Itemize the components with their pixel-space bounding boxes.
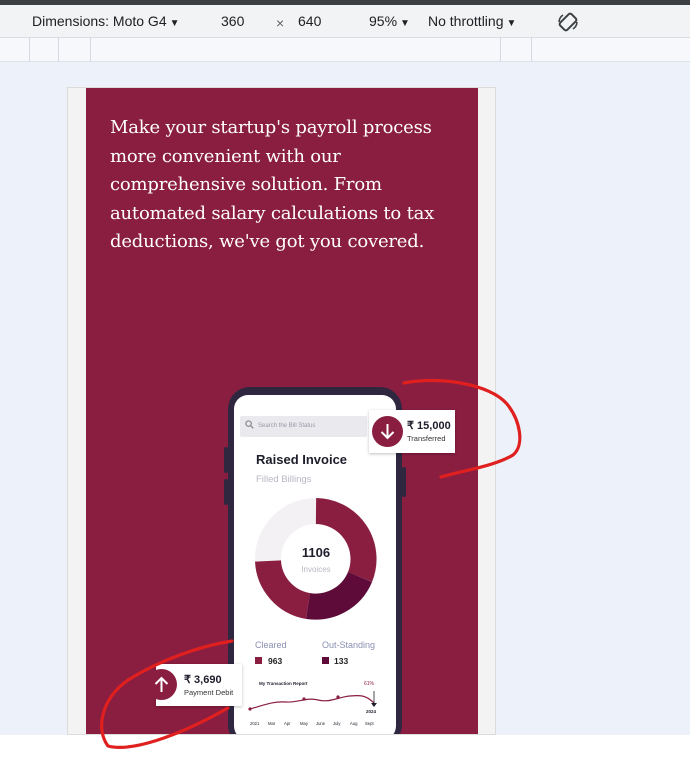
rotate-button[interactable] [556, 10, 580, 37]
throttling-label: No throttling [428, 13, 504, 29]
cleared-swatch [255, 657, 262, 664]
arrow-down-icon [380, 424, 395, 440]
throttling-dropdown[interactable]: No throttling ▼ [428, 13, 516, 29]
search-placeholder: Search the Bill Status [258, 423, 316, 429]
device-frame: Make your startup's payroll process more… [67, 87, 496, 735]
dimensions-dropdown[interactable]: Dimensions: Moto G4 ▼ [32, 13, 180, 29]
times-sign: × [276, 15, 285, 31]
media-query-ruler[interactable] [0, 38, 690, 62]
donut-segment-outstanding [305, 571, 373, 620]
invoice-subtitle: Filled Billings [256, 474, 312, 485]
report-percent: 61% [364, 681, 375, 687]
width-input[interactable]: 360 [221, 13, 244, 29]
device-toolbar: Dimensions: Moto G4 ▼ 360 × 640 95% ▼ No t… [0, 0, 690, 38]
phone-side-button [402, 467, 406, 497]
report-point [336, 695, 340, 699]
hero-text: Make your startup's payroll process more… [110, 117, 435, 252]
cleared-count: 963 [268, 656, 283, 666]
transferred-amount: ₹ 15,000 [407, 420, 451, 432]
zoom-dropdown[interactable]: 95% ▼ [369, 13, 410, 29]
search-icon [245, 420, 254, 429]
report-x-label: Mar [268, 721, 276, 726]
report-x-label: Aug [350, 721, 358, 726]
cleared-label: Cleared [255, 640, 287, 650]
chevron-down-icon: ▼ [400, 18, 410, 29]
report-x-label: Sept [365, 721, 374, 726]
zoom-label: 95% [369, 13, 398, 29]
payment-debit-card: ₹ 3,690 Payment Debit [146, 664, 242, 706]
outstanding-label: Out-Standing [322, 640, 376, 650]
phone-side-button [224, 479, 228, 505]
report-year-badge: 2024 [366, 709, 377, 714]
debit-label: Payment Debit [184, 688, 234, 697]
report-point [302, 697, 306, 701]
report-title: My Transaction Report [259, 681, 308, 686]
phone-side-button [224, 447, 228, 473]
chevron-down-icon: ▼ [169, 18, 180, 29]
hero-section: Make your startup's payroll process more… [86, 88, 478, 734]
report-marker-arrow [371, 703, 377, 707]
arrow-up-icon [154, 676, 169, 692]
report-x-label: May [300, 721, 309, 726]
chevron-down-icon: ▼ [506, 18, 517, 29]
rotate-icon [558, 12, 578, 32]
search-input[interactable]: Search the Bill Status [240, 416, 367, 437]
transferred-card: ₹ 15,000 Transferred [369, 410, 455, 453]
invoice-title: Raised Invoice [256, 452, 348, 467]
donut-label: Invoices [301, 565, 330, 574]
report-x-label: July [333, 721, 341, 726]
height-input[interactable]: 640 [298, 13, 321, 29]
report-x-label: Apr [284, 721, 291, 726]
debit-amount: ₹ 3,690 [184, 674, 222, 686]
report-x-label: 2021 [250, 721, 260, 726]
report-point [248, 707, 252, 711]
report-x-label: June [316, 721, 326, 726]
invoice-donut-chart: 1106 Invoices [255, 498, 377, 620]
report-line [249, 694, 375, 710]
transferred-label: Transferred [407, 434, 446, 443]
transaction-report-chart: My Transaction Report 61% 2024 2021 Mar … [248, 681, 377, 726]
outstanding-swatch [322, 657, 329, 664]
donut-value: 1106 [302, 545, 330, 560]
outstanding-count: 133 [334, 656, 349, 666]
transferred-icon-circle [372, 416, 403, 447]
debit-icon-circle [146, 669, 177, 700]
dimensions-label: Dimensions: Moto G4 [32, 13, 167, 29]
